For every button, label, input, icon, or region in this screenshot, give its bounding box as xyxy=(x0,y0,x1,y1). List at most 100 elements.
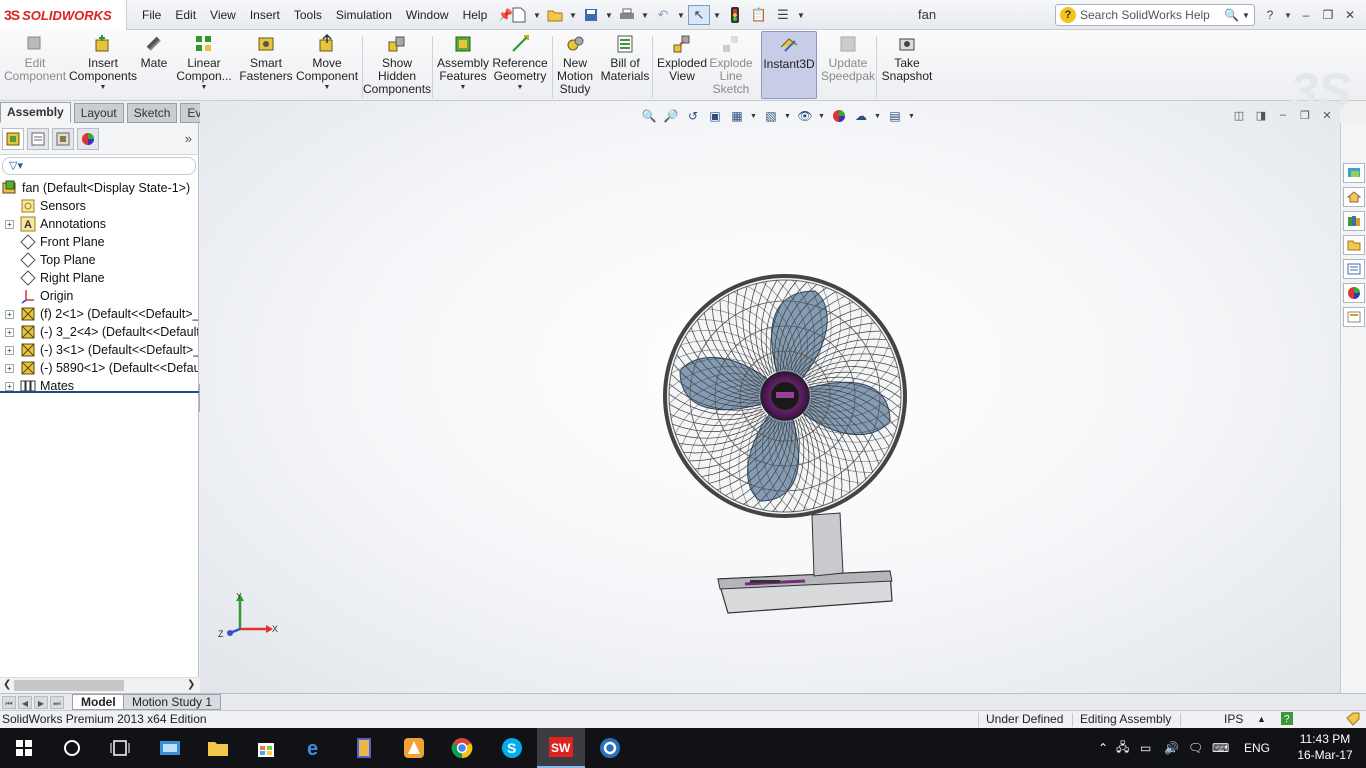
design-library-icon[interactable] xyxy=(1343,211,1365,231)
display-style-icon[interactable]: ▧ xyxy=(762,107,780,125)
reference-geometry-button[interactable]: Reference Geometry ▼ xyxy=(492,34,548,98)
app-tablet-icon[interactable] xyxy=(146,728,194,768)
viewport-close-icon[interactable]: ✕ xyxy=(1320,109,1334,122)
insert-components-button[interactable]: Insert Components ▼ xyxy=(69,34,137,98)
chrome-icon[interactable] xyxy=(438,728,486,768)
zoom-to-fit-icon[interactable]: 🔍 xyxy=(640,107,658,125)
menu-file[interactable]: File xyxy=(135,0,168,30)
battery-icon[interactable]: ▭ xyxy=(1140,741,1164,755)
taskbar-clock[interactable]: 11:43 PM 16-Mar-17 xyxy=(1290,731,1360,763)
tree-item-assembly[interactable]: fan (Default<Display State-1>) xyxy=(0,179,198,197)
explode-line-sketch-button[interactable]: Explode Line Sketch xyxy=(708,34,754,98)
menu-view[interactable]: View xyxy=(203,0,243,30)
solidworks-logo[interactable]: 3S SOLIDWORKS xyxy=(0,0,127,30)
solidworks-taskbar-icon[interactable]: SW xyxy=(537,728,585,768)
help-search-box[interactable]: ? Search SolidWorks Help 🔍 ▼ xyxy=(1055,4,1255,26)
new-document-icon[interactable] xyxy=(508,5,530,25)
save-dropdown-icon[interactable]: ▼ xyxy=(604,11,614,20)
select-pointer-icon[interactable]: ↖ xyxy=(688,5,710,25)
menu-insert[interactable]: Insert xyxy=(243,0,287,30)
property-manager-tab-icon[interactable] xyxy=(27,127,49,150)
configuration-manager-tab-icon[interactable] xyxy=(52,127,74,150)
instant3d-button[interactable]: Instant3D xyxy=(761,31,817,99)
minimize-icon[interactable]: – xyxy=(1298,8,1314,22)
section-view-icon[interactable]: ▣ xyxy=(706,107,724,125)
search-dropdown-icon[interactable]: ▼ xyxy=(1242,11,1254,20)
hide-show-dropdown-icon[interactable]: ▼ xyxy=(818,113,826,120)
tree-item-plane[interactable]: Top Plane xyxy=(0,251,198,269)
prev-tab-icon[interactable]: ◀ xyxy=(18,696,32,709)
tab-assembly[interactable]: Assembly xyxy=(0,102,71,123)
notifications-icon[interactable]: 🗨 xyxy=(1188,741,1212,755)
first-tab-icon[interactable]: ⏮ xyxy=(2,696,16,709)
previous-view-icon[interactable]: ↺ xyxy=(684,107,702,125)
print-dropdown-icon[interactable]: ▼ xyxy=(640,11,650,20)
units-up-icon[interactable]: ▲ xyxy=(1257,711,1266,728)
edit-component-button[interactable]: Edit Component xyxy=(4,34,66,98)
view-palette-icon[interactable] xyxy=(1343,259,1365,279)
display-manager-tab-icon[interactable] xyxy=(77,127,99,150)
scroll-left-icon[interactable]: ❮ xyxy=(3,679,11,690)
menu-tools[interactable]: Tools xyxy=(287,0,329,30)
show-hidden-icons-icon[interactable]: ⌃ xyxy=(1098,741,1116,755)
close-icon[interactable]: ✕ xyxy=(1342,8,1358,22)
tree-item-part[interactable]: + (f) 2<1> (Default<<Default>_ xyxy=(0,305,198,323)
dropdown-arrow-icon[interactable]: ▼ xyxy=(324,83,331,92)
skype-icon[interactable]: S xyxy=(488,728,536,768)
volume-icon[interactable]: 🔊 xyxy=(1164,741,1188,755)
rebuild-traffic-light-icon[interactable] xyxy=(724,5,746,25)
keyboard-icon[interactable]: ⌨ xyxy=(1212,741,1244,755)
file-properties-icon[interactable]: 📋 xyxy=(748,5,770,25)
help-icon[interactable]: ? xyxy=(1262,8,1278,22)
app-settings-icon[interactable] xyxy=(586,728,634,768)
edit-appearance-icon[interactable] xyxy=(830,107,848,125)
viewport-minimize-icon[interactable]: – xyxy=(1276,109,1290,122)
scroll-right-icon[interactable]: ❯ xyxy=(187,679,195,690)
tree-item-part[interactable]: + (-) 5890<1> (Default<<Defau xyxy=(0,359,198,377)
menu-help[interactable]: Help xyxy=(456,0,495,30)
tab-motion-study-1[interactable]: Motion Study 1 xyxy=(123,694,222,710)
tree-item-annotations[interactable]: + A Annotations xyxy=(0,215,198,233)
apply-scene-dropdown-icon[interactable]: ▼ xyxy=(874,113,882,120)
solidworks-resources-icon[interactable] xyxy=(1343,163,1365,183)
restore-icon[interactable]: ❐ xyxy=(1320,8,1336,22)
expand-node-icon[interactable]: + xyxy=(5,364,14,373)
scroll-thumb[interactable] xyxy=(14,680,124,691)
smart-fasteners-button[interactable]: Smart Fasteners xyxy=(239,34,293,98)
menu-simulation[interactable]: Simulation xyxy=(329,0,399,30)
display-style-dropdown-icon[interactable]: ▼ xyxy=(784,113,792,120)
split-view-icon[interactable]: ◫ xyxy=(1232,109,1246,122)
help-dropdown-icon[interactable]: ▼ xyxy=(1284,11,1292,20)
speedpak-button[interactable]: Update Speedpak xyxy=(820,34,876,98)
tree-item-plane[interactable]: Right Plane xyxy=(0,269,198,287)
tree-item-plane[interactable]: Front Plane xyxy=(0,233,198,251)
expand-node-icon[interactable]: + xyxy=(5,382,14,391)
custom-properties-icon[interactable] xyxy=(1343,307,1365,327)
menu-edit[interactable]: Edit xyxy=(168,0,203,30)
undo-dropdown-icon[interactable]: ▼ xyxy=(676,11,686,20)
options-icon[interactable]: ☰ xyxy=(772,5,794,25)
home-icon[interactable] xyxy=(1343,187,1365,207)
move-component-button[interactable]: Move Component ▼ xyxy=(296,34,358,98)
view-settings-icon[interactable]: ▤ xyxy=(886,107,904,125)
tab-layout[interactable]: Layout xyxy=(73,103,124,123)
unit-system-button[interactable]: IPS xyxy=(1224,711,1243,728)
dropdown-arrow-icon[interactable]: ▼ xyxy=(100,83,107,92)
mate-button[interactable]: Mate xyxy=(140,34,168,98)
windows-start-icon[interactable] xyxy=(0,728,48,768)
app-book-icon[interactable] xyxy=(340,728,388,768)
expand-node-icon[interactable]: + xyxy=(5,310,14,319)
split-view-2-icon[interactable]: ◨ xyxy=(1254,109,1268,122)
options-dropdown-icon[interactable]: ▼ xyxy=(796,11,806,20)
expand-node-icon[interactable]: + xyxy=(5,346,14,355)
fan-3d-model[interactable] xyxy=(640,251,940,621)
snapshot-button[interactable]: Take Snapshot xyxy=(882,34,932,98)
expand-node-icon[interactable]: + xyxy=(5,220,14,229)
dropdown-arrow-icon[interactable]: ▼ xyxy=(460,83,467,92)
vlc-media-icon[interactable] xyxy=(390,728,438,768)
tab-sketch[interactable]: Sketch xyxy=(126,103,178,123)
tree-item-part[interactable]: + (-) 3<1> (Default<<Default>_ xyxy=(0,341,198,359)
assembly-features-button[interactable]: Assembly Features ▼ xyxy=(437,34,489,98)
horizontal-scrollbar[interactable]: ❮ ❯ xyxy=(0,677,199,693)
dropdown-arrow-icon[interactable]: ▼ xyxy=(201,83,208,92)
